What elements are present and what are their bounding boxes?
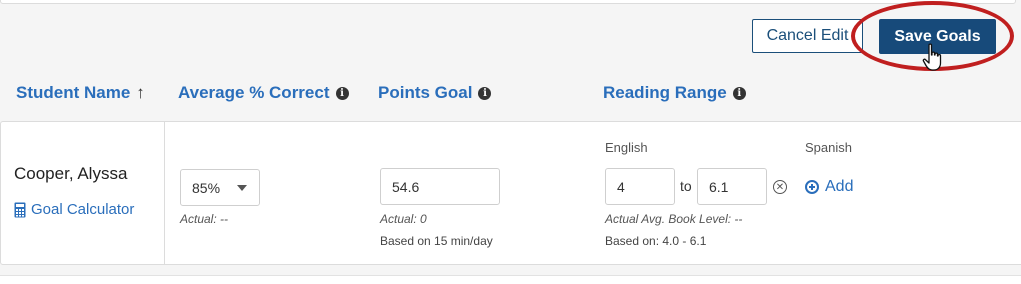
column-header-label: Student Name [16,83,131,102]
info-icon[interactable]: i [335,86,349,100]
student-name: Cooper, Alyssa [14,164,128,183]
reading-range-to-value: 6.1 [709,178,729,195]
clear-range-icon[interactable]: ✕ [773,180,787,194]
column-header-average-correct: Average % Correct i [178,82,349,104]
column-header-reading-range: Reading Range i [603,82,746,104]
chevron-down-icon [237,185,247,191]
reading-range-actual: Actual Avg. Book Level: -- [605,212,743,226]
reading-range-to-input[interactable]: 6.1 [697,168,767,205]
info-icon[interactable]: i [478,86,492,100]
points-goal-value: 54.6 [392,178,420,195]
goal-calculator-link[interactable]: Goal Calculator [14,201,134,218]
row-divider [164,122,165,264]
column-header-label: Points Goal [378,83,473,102]
info-icon[interactable]: i [732,86,746,100]
add-circle-icon [805,180,819,194]
range-to-label: to [680,178,692,194]
spanish-label: Spanish [805,140,852,155]
column-header-points-goal: Points Goal i [378,82,492,104]
english-label: English [605,140,648,155]
reading-range-from-value: 4 [617,178,625,195]
cancel-edit-button[interactable]: Cancel Edit [752,19,863,53]
student-row [0,121,1021,265]
reading-range-basis: Based on: 4.0 - 6.1 [605,234,707,248]
top-panel [0,0,1016,4]
points-goal-actual: Actual: 0 [380,212,427,226]
column-header-label: Average % Correct [178,83,330,102]
goal-calculator-label: Goal Calculator [31,201,135,218]
reading-range-from-input[interactable]: 4 [605,168,675,205]
average-correct-select[interactable]: 85% [180,169,260,206]
average-correct-value: 85% [192,179,221,196]
points-goal-input[interactable]: 54.6 [380,168,500,205]
average-correct-actual: Actual: -- [180,212,229,226]
hand-pointer-icon [922,43,942,71]
column-header-label: Reading Range [603,83,727,102]
column-header-student-name[interactable]: Student Name ↑ [16,82,145,104]
sort-ascending-icon: ↑ [136,83,145,102]
calculator-icon [14,202,26,217]
points-goal-basis: Based on 15 min/day [380,234,493,248]
add-spanish-range-link[interactable]: Add [805,178,853,196]
add-label: Add [825,178,854,195]
